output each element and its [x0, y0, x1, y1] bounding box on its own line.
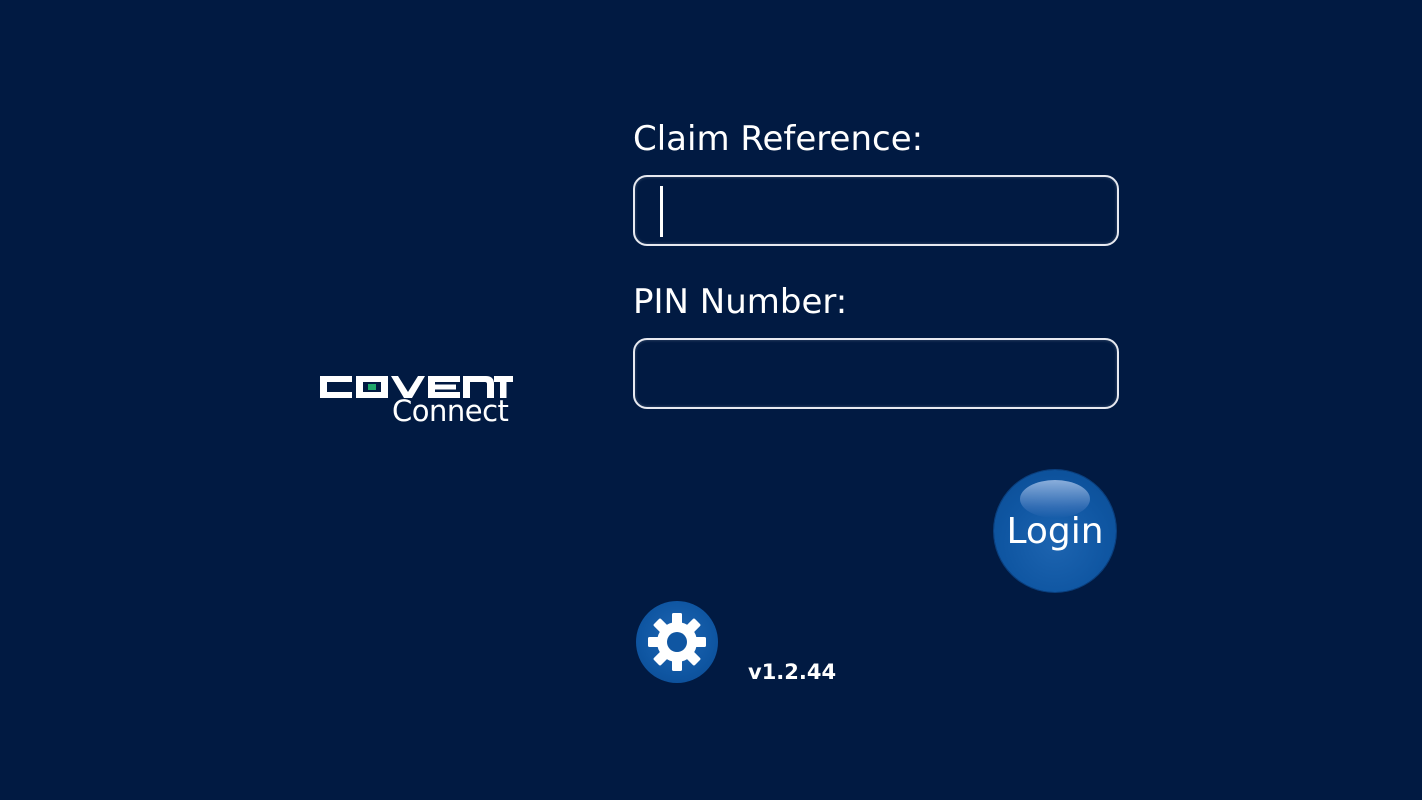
version-label: v1.2.44 [748, 660, 837, 684]
pin-number-label: PIN Number: [633, 282, 848, 322]
logo-subtitle: Connect [392, 394, 509, 428]
claim-reference-field[interactable] [633, 175, 1119, 246]
text-cursor [660, 186, 663, 237]
covent-connect-logo: Connect [318, 372, 514, 432]
claim-reference-input[interactable] [635, 177, 1117, 244]
pin-number-field[interactable] [633, 338, 1119, 409]
settings-button[interactable] [636, 601, 718, 683]
pin-number-input[interactable] [635, 340, 1117, 407]
gear-icon [648, 613, 706, 671]
login-screen: Connect Claim Reference: PIN Number: Log… [0, 0, 1422, 800]
login-button-label: Login [1006, 511, 1104, 552]
login-button[interactable]: Login [994, 470, 1116, 592]
claim-reference-label: Claim Reference: [633, 119, 924, 159]
